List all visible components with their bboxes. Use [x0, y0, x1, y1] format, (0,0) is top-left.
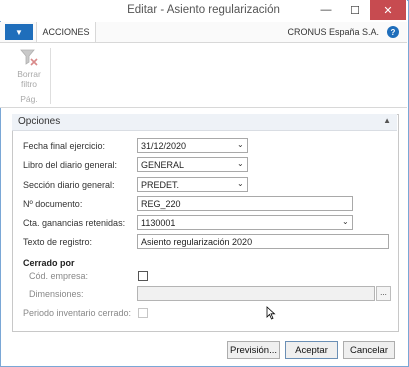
periodo-label: Periodo inventario cerrado:	[23, 308, 132, 318]
periodo-checkbox	[138, 308, 148, 318]
fecha-final-field[interactable]: 31/12/2020	[137, 138, 248, 153]
options-panel-header[interactable]	[12, 114, 397, 131]
chevron-down-icon: ▼	[15, 27, 23, 37]
company-name: CRONUS España S.A.	[287, 27, 379, 37]
ribbon-group-label: Pág.	[20, 94, 38, 104]
dimensiones-lookup-button[interactable]: ...	[376, 286, 391, 301]
documento-input[interactable]: REG_220	[137, 196, 353, 211]
dimensiones-field[interactable]	[137, 286, 375, 301]
seccion-value: PREDET.	[141, 180, 180, 190]
help-icon[interactable]: ?	[387, 26, 399, 38]
documento-value: REG_220	[141, 199, 181, 209]
ribbon-group-divider	[50, 48, 51, 104]
ribbon-body	[0, 43, 407, 108]
chevron-down-icon[interactable]: ⌄	[237, 159, 244, 168]
close-button[interactable]: ✕	[370, 0, 406, 20]
cancel-button[interactable]: Cancelar	[343, 341, 395, 359]
cerrado-por-heading: Cerrado por	[23, 258, 75, 268]
documento-label: Nº documento:	[23, 199, 83, 209]
texto-input[interactable]: Asiento regularización 2020	[137, 234, 389, 249]
libro-label: Libro del diario general:	[23, 160, 118, 170]
chevron-down-icon[interactable]: ⌄	[342, 217, 349, 226]
texto-label: Texto de registro:	[23, 237, 93, 247]
fecha-final-value: 31/12/2020	[141, 141, 187, 151]
options-panel-title: Opciones	[18, 116, 61, 127]
fecha-final-label: Fecha final ejercicio:	[23, 141, 106, 151]
funnel-x-icon	[20, 49, 38, 66]
cod-empresa-checkbox[interactable]	[138, 271, 148, 281]
dimensiones-label: Dimensiones:	[29, 289, 84, 299]
clear-filter-label-2: filtro	[20, 79, 38, 89]
texto-value: Asiento regularización 2020	[141, 237, 253, 247]
seccion-label: Sección diario general:	[23, 180, 115, 190]
preview-button[interactable]: Previsión...	[227, 341, 280, 359]
collapse-icon[interactable]: ▲	[383, 116, 391, 125]
libro-value: GENERAL	[141, 160, 185, 170]
clear-filter-label-1: Borrar	[17, 69, 41, 79]
chevron-down-icon[interactable]: ⌄	[237, 140, 244, 149]
cta-select[interactable]: 1130001	[137, 215, 353, 230]
chevron-down-icon[interactable]: ⌄	[237, 179, 244, 188]
cta-value: 1130001	[141, 218, 176, 228]
clear-filter-button[interactable]: Borrar filtro	[14, 47, 44, 89]
seccion-select[interactable]: PREDET.	[137, 177, 248, 192]
app-menu-button[interactable]: ▼	[5, 24, 33, 40]
tab-acciones[interactable]: ACCIONES	[36, 22, 96, 42]
accept-button[interactable]: Aceptar	[285, 341, 338, 359]
mouse-pointer-icon	[266, 306, 276, 320]
libro-select[interactable]: GENERAL	[137, 157, 248, 172]
maximize-button[interactable]: ☐	[341, 0, 369, 20]
cta-label: Cta. ganancias retenidas:	[23, 218, 126, 228]
minimize-button[interactable]: —	[312, 0, 340, 20]
cod-empresa-label: Cód. empresa:	[29, 271, 89, 281]
